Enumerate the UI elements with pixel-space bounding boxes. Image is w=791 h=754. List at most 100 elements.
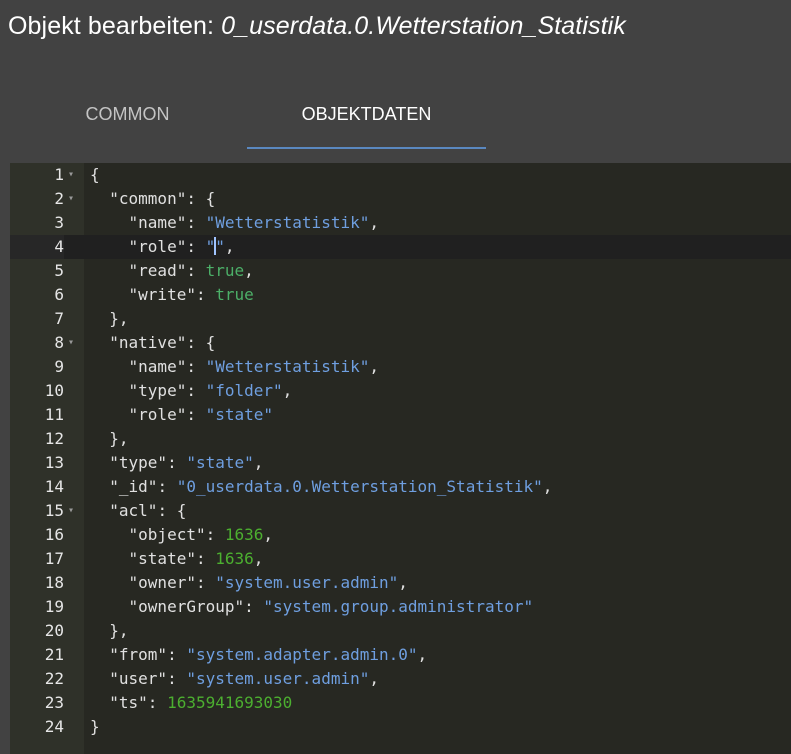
code-token: "native" [90,333,187,352]
code-line[interactable]: 13 "type": "state", [10,451,791,475]
code-token: "Wetterstatistik" [205,357,370,376]
line-number: 5 [54,261,64,280]
line-number: 17 [44,549,64,568]
code-line[interactable]: 19 "ownerGroup": "system.group.administr… [10,595,791,619]
code-token: , [369,357,379,376]
code-line[interactable]: 23 "ts": 1635941693030 [10,691,791,715]
tab-common[interactable]: COMMON [8,79,247,149]
code-line[interactable]: 22 "user": "system.user.admin", [10,667,791,691]
code-token: "acl" [90,501,158,520]
code-token: "system.user.admin" [215,573,399,592]
tab-objektdaten[interactable]: OBJEKTDATEN [247,79,486,149]
code-line[interactable]: 24} [10,715,791,739]
code-text: "type": "folder", [90,379,293,403]
code-token: "owner" [90,573,196,592]
code-line[interactable]: 18 "owner": "system.user.admin", [10,571,791,595]
line-number: 7 [54,309,64,328]
code-line[interactable]: 2 ▾ "common": { [10,187,791,211]
code-text: "user": "system.user.admin", [90,667,379,691]
code-token: 1636 [215,549,254,568]
dialog-title-prefix: Objekt bearbeiten: [8,12,215,40]
code-token: : [244,597,264,616]
code-token: "name" [90,357,187,376]
code-text: } [90,715,100,739]
code-line[interactable]: 10 "type": "folder", [10,379,791,403]
code-token: : [147,693,168,712]
code-text: "read": true, [90,259,254,283]
code-text: "from": "system.adapter.admin.0", [90,643,427,667]
code-line[interactable]: 1 ▾ { [10,163,791,187]
code-token: , [253,549,264,568]
code-text: }, [90,619,128,643]
code-token: , [369,213,379,232]
fold-arrow-icon[interactable]: ▾ [68,499,74,523]
code-line[interactable]: 9 "name": "Wetterstatistik", [10,355,791,379]
code-token: : [186,213,206,232]
code-token: , [263,525,274,544]
code-token: , [224,237,235,256]
code-line[interactable]: 16 "object": 1636, [10,523,791,547]
code-text: "name": "Wetterstatistik", [90,355,379,379]
code-token: : { [186,189,216,208]
line-number: 22 [44,669,64,688]
code-token: "system.user.admin" [186,669,370,688]
code-line[interactable]: 21 "from": "system.adapter.admin.0", [10,643,791,667]
code-text: "name": "Wetterstatistik", [90,211,379,235]
code-token: : { [186,333,216,352]
code-line[interactable]: 14 "_id": "0_userdata.0.Wetterstation_St… [10,475,791,499]
code-token: "Wetterstatistik" [205,213,370,232]
line-number: 2 [54,189,64,208]
code-token: "user" [90,669,168,688]
code-line[interactable]: 3 "name": "Wetterstatistik", [10,211,791,235]
line-number: 3 [54,213,64,232]
code-token: : [205,525,225,544]
code-token: : [167,453,187,472]
code-text: "owner": "system.user.admin", [90,571,408,595]
code-token: "type" [90,453,168,472]
code-line[interactable]: 4 "role": "", [10,235,791,259]
code-line[interactable]: 5 "read": true, [10,259,791,283]
code-token: "_id" [90,477,158,496]
fold-arrow-icon[interactable]: ▾ [68,187,74,211]
code-token: : [195,285,216,304]
line-number: 24 [44,717,64,736]
fold-arrow-icon[interactable]: ▾ [68,331,74,355]
edit-object-dialog: Objekt bearbeiten: 0_userdata.0.Wetterst… [0,0,791,754]
code-text: { [90,163,100,187]
code-line[interactable]: 12 }, [10,427,791,451]
code-token: true [215,285,254,304]
code-line[interactable]: 20 }, [10,619,791,643]
code-token: "role" [90,405,187,424]
code-line[interactable]: 17 "state": 1636, [10,547,791,571]
code-token: "ownerGroup" [90,597,245,616]
code-text: "acl": { [90,499,186,523]
code-token: "read" [90,261,187,280]
line-number: 19 [44,597,64,616]
code-line[interactable]: 11 "role": "state" [10,403,791,427]
code-token: "system.adapter.admin.0" [186,645,418,664]
code-token: , [244,261,254,280]
code-text: "object": 1636, [90,523,274,547]
code-text: "common": { [90,187,215,211]
code-token: : [186,261,206,280]
line-number: 4 [10,235,64,259]
json-code-editor[interactable]: 1 ▾{2 ▾ "common": {3 "name": "Wetterstatis… [10,163,791,754]
code-token: "0_userdata.0.Wetterstation_Statistik" [176,477,543,496]
code-text: "ts": 1635941693030 [90,691,292,715]
code-line[interactable]: 7 }, [10,307,791,331]
line-number: 10 [44,381,64,400]
line-number: 18 [44,573,64,592]
fold-arrow-icon[interactable]: ▾ [68,163,74,187]
code-token: , [542,477,553,496]
line-number: 12 [44,429,64,448]
code-token: "state" [90,549,196,568]
code-line[interactable]: 8 ▾ "native": { [10,331,791,355]
code-token: , [282,381,293,400]
dialog-title: Objekt bearbeiten: 0_userdata.0.Wetterst… [8,12,626,41]
code-token: "object" [90,525,206,544]
dialog-title-object-id: 0_userdata.0.Wetterstation_Statistik [221,12,626,40]
code-line[interactable]: 15 ▾ "acl": { [10,499,791,523]
code-text: "native": { [90,331,215,355]
code-line[interactable]: 6 "write": true [10,283,791,307]
line-number: 6 [54,285,64,304]
